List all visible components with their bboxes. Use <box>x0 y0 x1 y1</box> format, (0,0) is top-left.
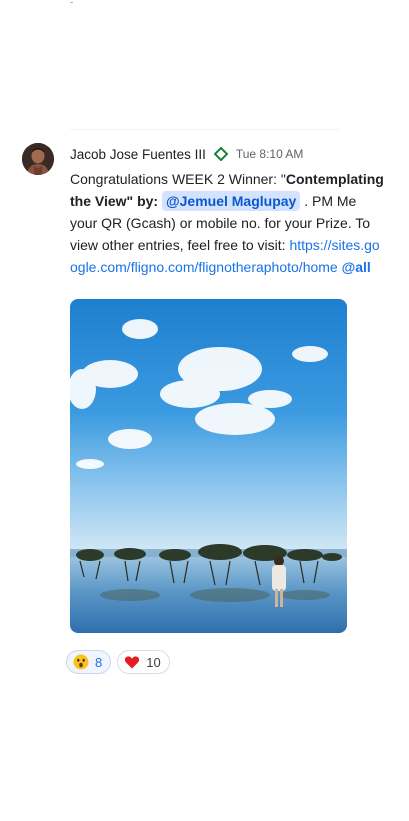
mangrove-photo <box>70 299 347 633</box>
reaction-count: 8 <box>95 654 103 670</box>
message-header: Jacob Jose Fuentes III Tue 8:10 AM <box>70 145 303 163</box>
avatar[interactable] <box>22 143 54 175</box>
reaction-count: 10 <box>146 654 161 670</box>
photo-attachment[interactable] <box>70 299 347 633</box>
astonished-face-icon <box>73 654 89 670</box>
reaction-heart[interactable]: 10 <box>117 650 170 674</box>
all-mention[interactable]: @all <box>342 259 371 275</box>
verified-diamond-icon <box>213 146 229 162</box>
reactions-bar: 8 10 <box>66 650 170 674</box>
message-body: Congratulations WEEK 2 Winner: "Contempl… <box>70 168 386 278</box>
sender-name[interactable]: Jacob Jose Fuentes III <box>70 147 206 162</box>
avatar-image <box>22 143 54 175</box>
top-separator <box>70 2 73 3</box>
reaction-astonished[interactable]: 8 <box>66 650 112 674</box>
message-divider <box>70 129 340 130</box>
user-mention-chip[interactable]: @Jemuel Maglupay <box>161 191 301 211</box>
red-heart-icon <box>124 654 140 670</box>
message-text: Congratulations WEEK 2 Winner: " <box>70 171 286 187</box>
message-timestamp: Tue 8:10 AM <box>235 147 304 161</box>
